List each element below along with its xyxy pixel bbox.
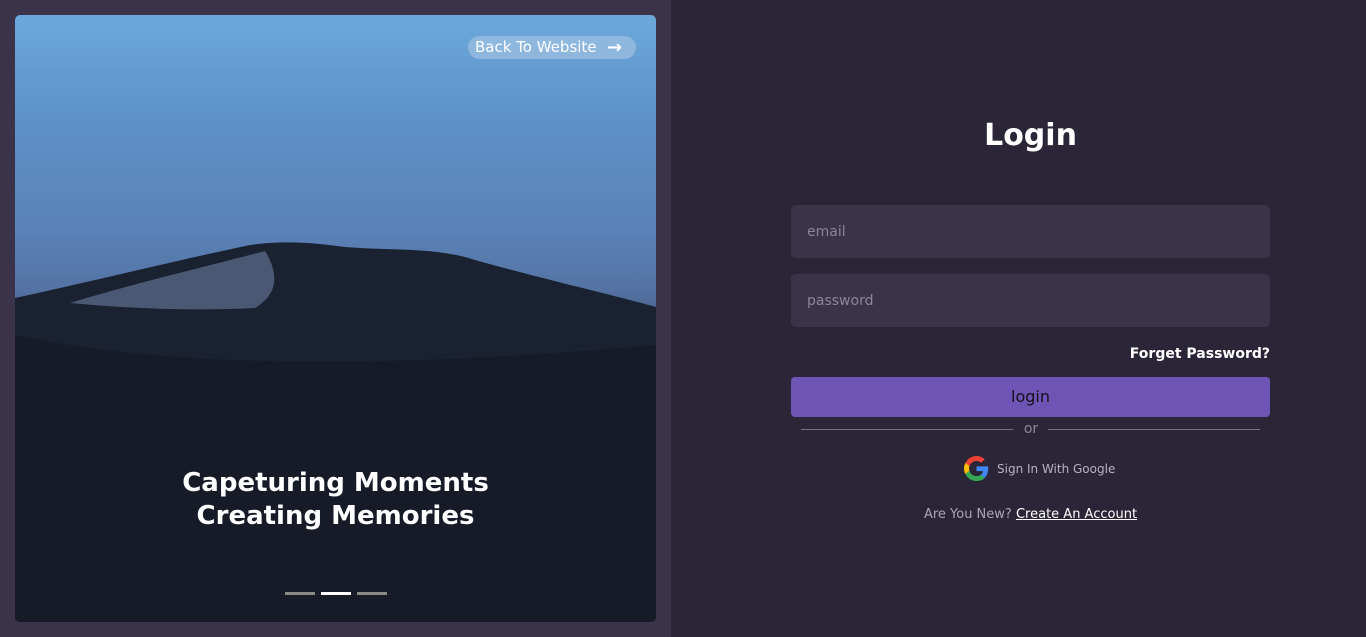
slide-indicator-2[interactable]	[321, 592, 351, 595]
slide-indicator-3[interactable]	[357, 592, 387, 595]
back-to-website-button[interactable]: Back To Website →	[468, 36, 636, 59]
hero-caption-line1: Capeturing Moments	[182, 468, 489, 498]
arrow-right-icon: →	[606, 37, 622, 58]
google-sign-in-label: Sign In With Google	[997, 461, 1116, 476]
password-field[interactable]	[791, 274, 1270, 327]
back-to-website-label: Back To Website	[475, 38, 597, 56]
page-title: Login	[984, 118, 1077, 153]
forget-password-link[interactable]: Forget Password?	[1130, 346, 1270, 362]
google-icon	[964, 456, 989, 481]
slide-indicator-1[interactable]	[285, 592, 315, 595]
divider-right	[1048, 429, 1260, 430]
hero-caption-line2: Creating Memories	[196, 501, 475, 531]
left-panel: Back To Website → Capeturing Moments Cre…	[0, 0, 671, 637]
google-sign-in-button[interactable]: Sign In With Google	[964, 456, 1115, 481]
or-divider-label: or	[1023, 421, 1039, 437]
email-field[interactable]	[791, 205, 1270, 258]
hero-image: Back To Website → Capeturing Moments Cre…	[15, 15, 656, 622]
create-account-row: Are You New? Create An Account	[791, 507, 1270, 522]
create-account-link[interactable]: Create An Account	[1016, 507, 1137, 522]
new-user-prompt: Are You New?	[923, 507, 1012, 522]
divider-left	[801, 429, 1013, 430]
login-button[interactable]: login	[791, 377, 1270, 417]
